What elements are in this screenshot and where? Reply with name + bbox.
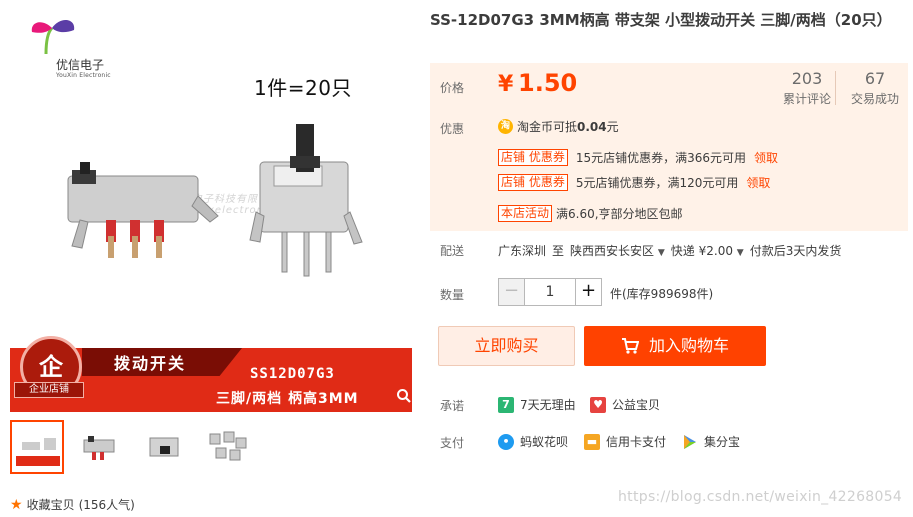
coupon-text: 15元店铺优惠券，满366元可用	[575, 151, 747, 165]
quantity-row: 数量 − 1 + 件(库存989698件)	[430, 278, 908, 308]
favorite-label: 收藏宝贝	[26, 498, 75, 512]
favorite-item[interactable]: ★ 收藏宝贝 (156人气)	[10, 496, 135, 513]
price-value: 1.50	[518, 69, 578, 97]
shop-banner: 企 企业店铺 拨动开关 SS12D07G3 三脚/两档 柄高3MM	[10, 336, 412, 412]
coin-unit: 元	[606, 120, 619, 134]
ship-to-word: 至	[552, 244, 565, 258]
payment-row: 支付 • 蚂蚁花呗 ▬ 信用卡支付 集分宝	[430, 433, 908, 453]
huabei-payment[interactable]: • 蚂蚁花呗	[498, 433, 568, 450]
stock-info: 件(库存989698件)	[610, 287, 714, 301]
reviews-stat[interactable]: 203 累计评论	[780, 67, 834, 113]
decrease-button[interactable]: −	[499, 279, 525, 305]
banner-model: SS12D07G3	[250, 366, 335, 382]
switch-product-illustration	[67, 124, 363, 277]
seven-day-return[interactable]: 7 7天无理由	[498, 396, 576, 413]
claim-coupon-link[interactable]: 领取	[746, 174, 798, 191]
claim-coupon-link[interactable]: 领取	[754, 149, 806, 166]
ship-from: 广东深圳	[498, 244, 547, 258]
reviews-count: 203	[791, 69, 823, 88]
store-activity-row: 本店活动 满6.60,亨部分地区包邮	[498, 205, 683, 222]
price-promo-panel: 价格 ¥ 1.50 203 累计评论 67 交易成功 优惠 淘 淘金币可抵 0.0…	[430, 63, 908, 231]
cart-icon	[621, 338, 639, 354]
coin-amount: 0.04	[577, 119, 607, 134]
logo-icon	[31, 19, 75, 55]
thumbnail-2[interactable]	[74, 420, 128, 474]
logo-subtitle: YouXin Electronic	[56, 72, 111, 79]
sales-count: 67	[864, 69, 886, 88]
zoom-search-icon[interactable]	[396, 388, 412, 404]
enterprise-label: 企业店铺	[14, 382, 84, 398]
price-currency: ¥	[498, 72, 514, 97]
delivery-row: 配送 广东深圳 至 陕西西安长安区 ▼ 快递 ¥2.00 ▼ 付款后3天内发货	[430, 240, 908, 260]
charity-item[interactable]: ♥ 公益宝贝	[590, 396, 660, 413]
credit-card-payment[interactable]: ▬ 信用卡支付	[584, 433, 666, 450]
banner-category: 拨动开关	[114, 354, 187, 373]
express-selector[interactable]: 快递 ¥2.00 ▼	[671, 242, 744, 259]
credit-card-icon: ▬	[584, 433, 600, 450]
quantity-note: 1件=20只	[254, 76, 352, 100]
coupon-tag: 店铺 优惠券	[498, 174, 568, 191]
ship-to-selector[interactable]: 陕西西安长安区 ▼	[570, 242, 665, 259]
seven-day-icon: 7	[498, 396, 514, 413]
quantity-label: 数量	[440, 288, 465, 302]
sales-stat: 67 交易成功	[846, 67, 904, 113]
taobao-coin-icon: 淘	[498, 119, 513, 134]
chevron-down-icon: ▼	[657, 248, 665, 258]
coupon-tag: 店铺 优惠券	[498, 149, 568, 166]
logo-name: 优信电子	[56, 58, 105, 72]
promotions-label: 优惠	[440, 122, 465, 136]
jifenbao-icon	[684, 434, 696, 449]
sales-label: 交易成功	[850, 92, 899, 106]
coin-text: 淘金币可抵	[517, 120, 578, 134]
chevron-down-icon: ▼	[736, 248, 744, 258]
coupon-row-2: 店铺 优惠券 5元店铺优惠券，满120元可用 领取	[498, 174, 798, 191]
add-to-cart-label: 加入购物车	[648, 336, 729, 355]
coupon-row-1: 店铺 优惠券 15元店铺优惠券，满366元可用 领取	[498, 149, 806, 166]
thumbnail-4[interactable]	[202, 420, 256, 474]
product-gallery: 优信电子 YouXin Electronic 1件=20只 优信电子科技有限公司…	[0, 0, 425, 517]
banner-description: 三脚/两档 柄高3MM	[216, 391, 359, 407]
enterprise-icon: 企	[39, 353, 63, 381]
ship-note: 付款后3天内发货	[749, 244, 842, 258]
quantity-stepper: − 1 +	[498, 278, 602, 306]
main-product-image[interactable]: 优信电子 YouXin Electronic 1件=20只 优信电子科技有限公司…	[10, 6, 412, 412]
huabei-icon: •	[498, 433, 514, 450]
price-label: 价格	[440, 81, 465, 95]
heart-icon: ♥	[590, 396, 606, 413]
shop-logo: 优信电子 YouXin Electronic	[22, 16, 122, 82]
promise-label: 承诺	[440, 399, 465, 413]
promise-row: 承诺 7 7天无理由 ♥ 公益宝贝	[430, 396, 908, 416]
thumbnail-3[interactable]	[138, 420, 192, 474]
delivery-label: 配送	[440, 244, 465, 258]
taobao-coin-row: 淘 淘金币可抵 0.04 元	[498, 118, 619, 135]
payment-label: 支付	[440, 436, 465, 450]
favorite-count: (156人气)	[78, 498, 135, 512]
thumbnail-1[interactable]	[10, 420, 64, 474]
add-to-cart-button[interactable]: 加入购物车	[584, 326, 766, 366]
star-icon: ★	[10, 496, 23, 513]
activity-tag: 本店活动	[498, 205, 553, 222]
increase-button[interactable]: +	[575, 279, 601, 305]
buy-now-button[interactable]: 立即购买	[438, 326, 575, 366]
csdn-watermark: https://blog.csdn.net/weixin_42268054	[618, 489, 903, 505]
activity-text: 满6.60,亨部分地区包邮	[556, 207, 683, 221]
coupon-text: 5元店铺优惠券，满120元可用	[575, 176, 739, 190]
jifenbao-payment[interactable]: 集分宝	[682, 433, 740, 450]
quantity-input[interactable]: 1	[525, 279, 575, 305]
product-title: SS-12D07G3 3MM柄高 带支架 小型拨动开关 三脚/两档（20只）	[430, 11, 892, 29]
reviews-label: 累计评论	[782, 92, 831, 106]
